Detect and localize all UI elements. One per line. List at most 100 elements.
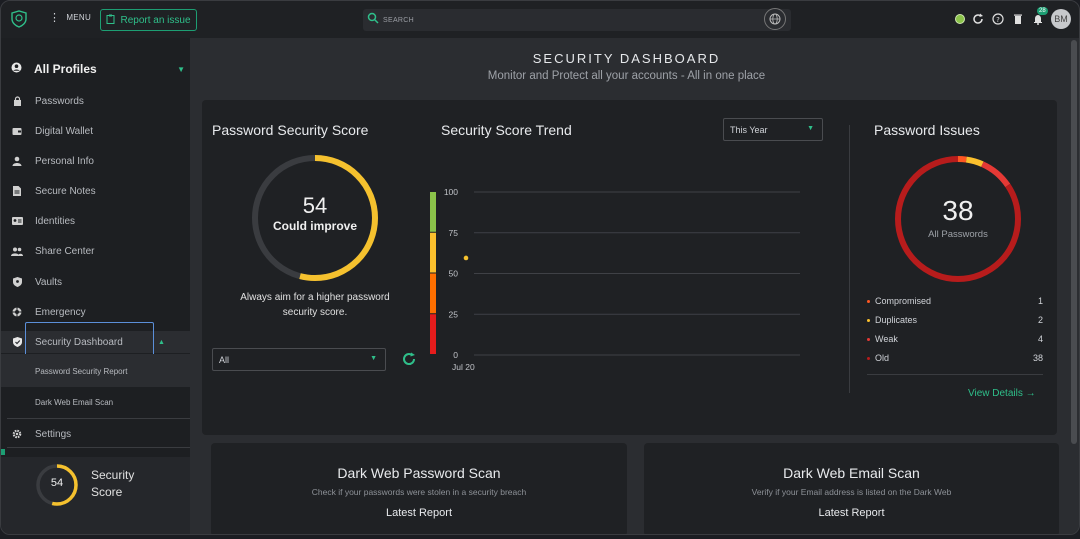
- sidebar-item-emergency[interactable]: Emergency: [1, 301, 190, 323]
- search-input[interactable]: [383, 16, 763, 24]
- dark-web-password-subtitle: Check if your passwords were stolen in a…: [311, 487, 527, 497]
- dark-web-email-subtitle: Verify if your Email address is listed o…: [751, 487, 952, 497]
- kebab-icon: ⋮: [49, 11, 61, 24]
- sidebar-item-label: Vaults: [35, 276, 63, 288]
- issue-row-duplicates[interactable]: Duplicates 2: [867, 315, 1043, 325]
- gear-icon: [11, 428, 23, 440]
- overview-card: Password Security Score 54 Could improve…: [202, 100, 1057, 435]
- dark-web-password-card[interactable]: Dark Web Password Scan Check if your pas…: [211, 443, 627, 534]
- divider: [7, 447, 190, 448]
- avatar[interactable]: BM: [1051, 9, 1071, 29]
- issues-total: 38: [942, 195, 974, 226]
- status-indicator-icon: [955, 14, 965, 24]
- bullet-icon: [867, 318, 870, 322]
- score-status: Could improve: [272, 219, 357, 233]
- issue-count: 2: [1037, 315, 1043, 325]
- issues-total-label: All Passwords: [928, 229, 988, 240]
- submenu-item-dark-web-email-scan[interactable]: Dark Web Email Scan: [35, 398, 113, 407]
- y-tick-label: 25: [449, 309, 459, 319]
- issue-row-weak[interactable]: Weak 4: [867, 334, 1043, 344]
- sidebar-item-passwords[interactable]: Passwords: [1, 90, 190, 112]
- issue-label: Compromised: [875, 296, 932, 306]
- lock-icon: [11, 95, 23, 107]
- bell-icon[interactable]: 28: [1031, 7, 1048, 26]
- issue-count: 1: [1037, 296, 1043, 306]
- dark-web-password-title: Dark Web Password Scan: [337, 465, 501, 481]
- page-title: SECURITY DASHBOARD: [532, 51, 721, 66]
- sidebar-item-vaults[interactable]: Vaults: [1, 271, 190, 293]
- sidebar-security-score[interactable]: 54 Security Score: [1, 457, 190, 534]
- refresh-icon[interactable]: [971, 12, 985, 26]
- sidebar-item-label: Identities: [35, 215, 76, 227]
- sidebar-item-label: Secure Notes: [35, 185, 96, 197]
- note-icon: [11, 185, 23, 197]
- score-label-line2: Score: [91, 485, 123, 499]
- sidebar-item-label: Passwords: [35, 95, 84, 107]
- sidebar-item-digital-wallet[interactable]: Digital Wallet: [1, 120, 190, 142]
- search-bar[interactable]: [363, 9, 791, 31]
- y-tick-label: 50: [449, 269, 459, 279]
- sidebar-item-personal-info[interactable]: Personal Info: [1, 150, 190, 172]
- score-filter-select[interactable]: All ▼: [212, 348, 386, 371]
- score-value: 54: [50, 477, 64, 489]
- score-value: 54: [302, 193, 328, 218]
- issue-label: Old: [875, 353, 890, 363]
- bullet-icon: [867, 356, 870, 360]
- issue-label: Weak: [875, 334, 898, 344]
- person-icon: [11, 155, 23, 167]
- trend-chart: 100 75 50 25 0 Jul 20: [430, 187, 800, 372]
- top-bar: ⋮ MENU Report an issue ?: [1, 1, 1079, 38]
- issue-count: 38: [1032, 353, 1043, 363]
- sidebar-item-settings[interactable]: Settings: [1, 423, 190, 445]
- bullet-icon: [867, 337, 870, 341]
- x-tick-label: Jul 20: [452, 362, 475, 372]
- report-issue-button[interactable]: Report an issue: [100, 9, 197, 31]
- sidebar-item-label: Settings: [35, 428, 72, 440]
- profile-selector[interactable]: All Profiles ▼: [11, 60, 185, 78]
- security-shield-icon: [11, 336, 23, 348]
- scrollbar[interactable]: [1071, 38, 1077, 534]
- id-card-icon: [11, 215, 23, 227]
- issue-row-compromised[interactable]: Compromised 1: [867, 296, 1043, 306]
- card-divider: [849, 125, 850, 393]
- app-window: ⋮ MENU Report an issue ?: [0, 0, 1080, 535]
- dark-web-email-card[interactable]: Dark Web Email Scan Verify if your Email…: [644, 443, 1059, 534]
- caret-down-icon: ▼: [370, 355, 377, 362]
- sidebar-item-share-center[interactable]: Share Center: [1, 240, 190, 262]
- dark-web-password-latest[interactable]: Latest Report: [211, 507, 627, 519]
- trend-range-select[interactable]: This Year ▼: [723, 118, 823, 141]
- trend-title: Security Score Trend: [441, 122, 572, 138]
- top-right-icons: ? 28 BM: [955, 7, 1071, 29]
- issue-row-old[interactable]: Old 38: [867, 353, 1043, 363]
- score-filter-value: All: [219, 354, 230, 365]
- scrollbar-thumb[interactable]: [1071, 40, 1077, 444]
- issue-label: Duplicates: [875, 315, 918, 325]
- caret-down-icon: ▼: [807, 125, 814, 132]
- menu-button[interactable]: ⋮ MENU: [49, 11, 92, 24]
- globe-icon[interactable]: [764, 8, 786, 30]
- sidebar-item-label: Digital Wallet: [35, 125, 93, 137]
- dark-web-email-latest[interactable]: Latest Report: [644, 507, 1059, 519]
- app-logo-icon[interactable]: [9, 9, 29, 29]
- refresh-score-icon[interactable]: [401, 351, 417, 372]
- sidebar-item-secure-notes[interactable]: Secure Notes: [1, 180, 190, 202]
- help-icon[interactable]: ?: [991, 12, 1005, 26]
- divider: [7, 418, 190, 419]
- shield-icon: [11, 276, 23, 288]
- profile-icon: [11, 60, 22, 78]
- sidebar-item-identities[interactable]: Identities: [1, 210, 190, 232]
- trash-icon[interactable]: [1011, 12, 1025, 26]
- security-dashboard-submenu: Password Security Report: [1, 354, 190, 387]
- bullet-icon: [867, 299, 870, 303]
- dark-web-email-title: Dark Web Email Scan: [783, 465, 920, 481]
- issue-count: 4: [1037, 334, 1043, 344]
- score-card-title: Password Security Score: [212, 122, 369, 138]
- sidebar-item-label: Personal Info: [35, 155, 94, 167]
- view-details-link[interactable]: View Details →: [968, 388, 1036, 399]
- y-tick-label: 100: [444, 187, 458, 197]
- submenu-item-password-security-report[interactable]: Password Security Report: [35, 367, 127, 376]
- score-scale-segment: [430, 232, 436, 273]
- trend-point[interactable]: [463, 255, 469, 261]
- menu-label: MENU: [66, 13, 92, 22]
- main-content: SECURITY DASHBOARD Monitor and Protect a…: [190, 38, 1079, 534]
